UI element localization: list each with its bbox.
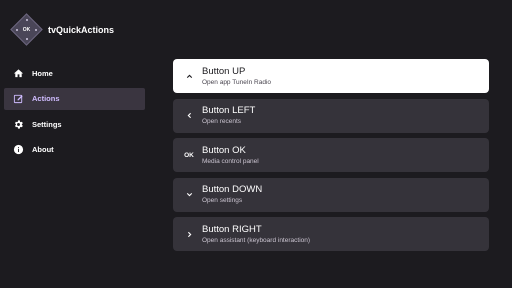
sidebar-item-settings[interactable]: Settings bbox=[4, 113, 145, 135]
app-logo: OK tvQuickActions bbox=[10, 13, 114, 46]
button-left-card[interactable]: Button LEFT Open recents bbox=[173, 98, 489, 133]
button-up-card[interactable]: Button UP Open app TuneIn Radio bbox=[173, 59, 489, 93]
sidebar-nav: Home Actions Settings About bbox=[4, 62, 145, 164]
chevron-right-icon bbox=[181, 227, 197, 241]
info-icon bbox=[12, 144, 24, 156]
card-subtitle: Media control panel bbox=[202, 157, 259, 165]
card-subtitle: Open app TuneIn Radio bbox=[202, 78, 272, 86]
sidebar-item-about[interactable]: About bbox=[4, 139, 145, 161]
edit-icon bbox=[12, 93, 24, 105]
card-subtitle: Open settings bbox=[202, 197, 243, 204]
sidebar-item-label: About bbox=[32, 145, 54, 154]
card-title: Button OK bbox=[202, 144, 246, 156]
card-title: Button RIGHT bbox=[202, 223, 262, 235]
sidebar-item-label: Settings bbox=[32, 119, 62, 129]
sidebar-item-actions[interactable]: Actions bbox=[4, 87, 145, 110]
card-title: Button UP bbox=[202, 65, 246, 77]
home-icon bbox=[12, 67, 24, 79]
button-down-card[interactable]: Button DOWN Open settings bbox=[173, 177, 489, 212]
sidebar-item-label: Actions bbox=[32, 94, 60, 103]
ok-text-icon: OK bbox=[184, 151, 194, 159]
button-ok-card[interactable]: OK Button OK Media control panel bbox=[173, 138, 489, 172]
card-title: Button LEFT bbox=[202, 105, 256, 116]
app-title: tvQuickActions bbox=[48, 24, 115, 35]
chevron-up-icon bbox=[181, 69, 197, 83]
gear-icon bbox=[12, 118, 24, 130]
chevron-down-icon bbox=[181, 188, 197, 202]
card-title: Button DOWN bbox=[202, 184, 263, 195]
chevron-left-icon bbox=[181, 109, 197, 123]
logo-ok-label: OK bbox=[22, 26, 31, 33]
sidebar-item-label: Home bbox=[32, 68, 53, 78]
card-subtitle: Open assistant (keyboard interaction) bbox=[202, 236, 311, 244]
button-right-card[interactable]: Button RIGHT Open assistant (keyboard in… bbox=[173, 217, 489, 251]
sidebar-item-home[interactable]: Home bbox=[4, 62, 145, 84]
card-subtitle: Open recents bbox=[202, 118, 242, 125]
button-action-list: Button UP Open app TuneIn Radio Button L… bbox=[173, 59, 489, 257]
dpad-logo-icon: OK bbox=[10, 13, 43, 46]
